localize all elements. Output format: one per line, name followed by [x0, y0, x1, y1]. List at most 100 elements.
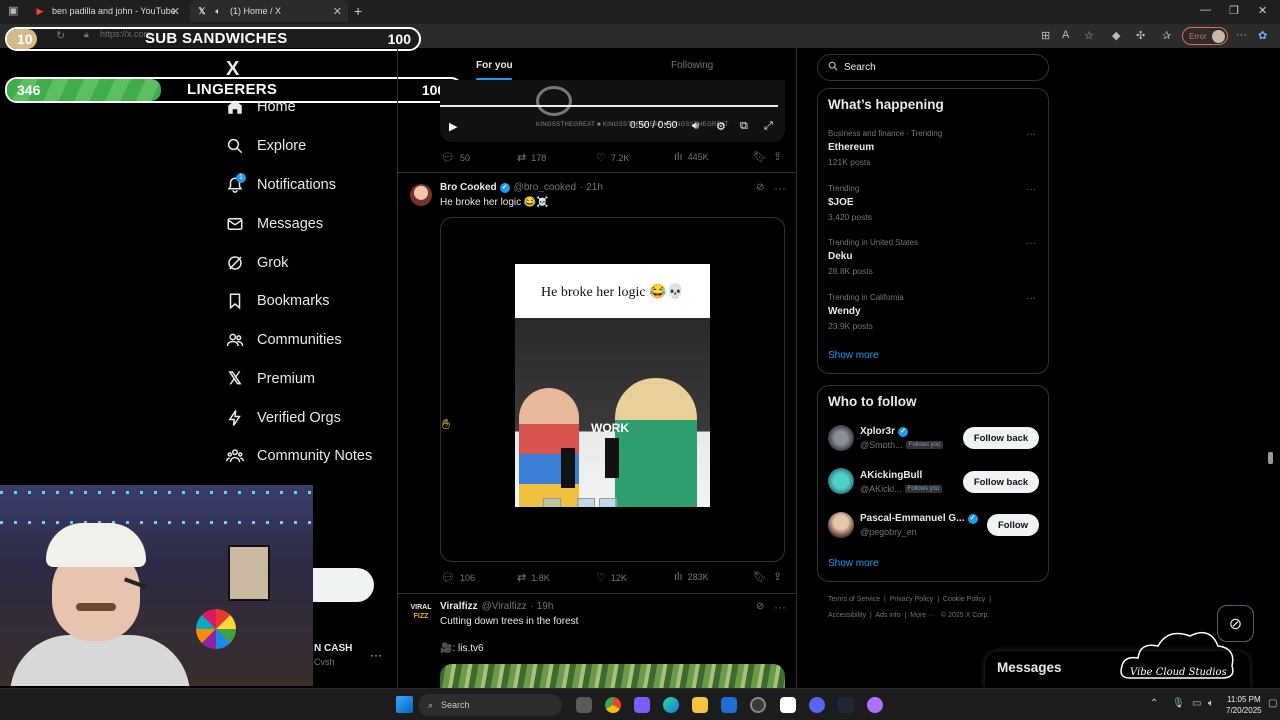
post-link[interactable]: 🎥: lis.tv6 [440, 643, 484, 654]
views-button[interactable]: ılı 283K [674, 571, 709, 583]
close-icon[interactable]: ✕ [333, 5, 342, 18]
reply-button[interactable]: 💬︎ 50 [441, 151, 470, 164]
scrollbar[interactable] [1268, 452, 1273, 464]
nav-grok[interactable]: Grok [226, 254, 288, 272]
show-more-link[interactable]: Show more [828, 350, 879, 361]
search-input[interactable]: Search [817, 54, 1049, 81]
profile-error-button[interactable]: Error [1182, 27, 1228, 45]
tab-x-home[interactable]: 𝕏 🔈︎ (1) Home / X ✕ [190, 0, 348, 22]
windows-start-icon[interactable] [396, 696, 413, 713]
tab-youtube[interactable]: ▶ ben padilla and john - YouTube ✕ [28, 0, 186, 22]
more-icon[interactable]: ··· [1026, 129, 1036, 140]
footer-link[interactable]: Terms of Service [828, 596, 880, 603]
play-icon[interactable]: ▶ [449, 120, 457, 133]
favorite-icon[interactable]: ☆ [1084, 29, 1094, 42]
avatar[interactable] [828, 425, 854, 451]
views-button[interactable]: ılı 445K [674, 151, 709, 163]
like-button[interactable]: ♡ 7.2K [596, 151, 629, 164]
tab-following[interactable]: Following [671, 60, 713, 71]
obs-icon[interactable] [867, 697, 883, 713]
close-icon[interactable]: ✕ [171, 5, 180, 18]
avatar[interactable] [828, 468, 854, 494]
apps-icon[interactable]: ⊞ [1041, 29, 1050, 42]
new-tab-button[interactable]: + [354, 3, 362, 19]
copilot-icon[interactable]: ✿ [1258, 29, 1267, 42]
more-icon[interactable]: ··· [774, 181, 786, 195]
tray-chevron-icon[interactable]: ⌃ [1150, 698, 1158, 709]
bookmark-icon[interactable]: 🔖︎ [753, 150, 767, 163]
footer-link[interactable]: Cookie Policy [943, 596, 985, 603]
volume-icon[interactable]: 🔈︎ [1208, 698, 1214, 709]
nav-verified-orgs[interactable]: Verified Orgs [226, 409, 341, 427]
more-icon[interactable]: ··· [1026, 293, 1036, 304]
more-icon[interactable]: ··· [1236, 29, 1247, 41]
edge-icon[interactable] [663, 697, 679, 713]
tab-actions-icon[interactable]: ▣ [8, 4, 18, 17]
tab-for-you[interactable]: For you [476, 60, 513, 71]
app-icon[interactable] [721, 697, 737, 713]
nav-bookmarks[interactable]: Bookmarks [226, 292, 330, 310]
chrome-icon[interactable] [605, 697, 621, 713]
taskbar-search[interactable]: ⌕ Search [418, 694, 562, 716]
post-author[interactable]: Bro Cooked ✓ @bro_cooked · 21h [440, 182, 603, 193]
maximize-icon[interactable]: ❐ [1229, 4, 1239, 17]
grok-icon[interactable]: ⊘ [756, 601, 764, 612]
favorites-icon[interactable]: ✰ [1162, 29, 1171, 42]
extension-icon[interactable]: ◆ [1112, 29, 1120, 42]
mic-icon[interactable]: 🎙︎ [1172, 698, 1185, 709]
nav-premium[interactable]: 𝕏 Premium [226, 369, 315, 388]
avatar[interactable]: VIRAL FIZZ [410, 603, 432, 625]
bookmark-icon[interactable]: 🔖︎ [753, 570, 767, 583]
app-icon[interactable] [634, 697, 650, 713]
more-icon[interactable]: ··· [1026, 184, 1036, 195]
file-explorer-icon[interactable] [692, 697, 708, 713]
steam-icon[interactable] [838, 697, 854, 713]
nav-explore[interactable]: Explore [226, 137, 306, 155]
settings-icon[interactable]: ⚙ [716, 120, 726, 133]
system-clock[interactable]: 11:05 PM 7/20/2025 [1226, 694, 1262, 716]
follow-back-button[interactable]: Follow back [963, 427, 1039, 449]
footer-link[interactable]: Privacy Policy [890, 596, 934, 603]
repost-button[interactable]: ⇄ 1.8K [517, 571, 550, 584]
repost-button[interactable]: ⇄ 178 [517, 151, 546, 164]
show-more-link[interactable]: Show more [828, 558, 879, 569]
puzzle-icon[interactable]: ✣ [1136, 29, 1145, 42]
share-icon[interactable]: ⇪ [773, 570, 782, 583]
notification-icon[interactable]: ▢ [1268, 698, 1277, 709]
video-player[interactable]: KINGSSTHEGREAT ■ KINGSSTHEGREAT ■ KINGSS… [440, 80, 785, 142]
post-media[interactable] [440, 664, 785, 688]
account-name[interactable]: N CASH [314, 643, 352, 654]
share-icon[interactable]: ⇪ [773, 150, 782, 163]
volume-icon[interactable]: 🔊︎ [692, 120, 699, 133]
follow-account-name[interactable]: AKickingBull [860, 470, 922, 481]
nav-messages[interactable]: Messages [226, 215, 323, 233]
speaker-icon[interactable]: 🔈︎ [212, 5, 224, 17]
minimize-icon[interactable]: — [1200, 4, 1211, 16]
grok-icon[interactable]: ⊘ [756, 182, 764, 193]
network-icon[interactable]: ▭ [1192, 698, 1201, 709]
follow-account-name[interactable]: Pascal-Emmanuel G... ✓ [860, 513, 978, 524]
nav-community-notes[interactable]: Community Notes [226, 447, 372, 465]
task-view-icon[interactable] [576, 697, 592, 713]
follow-back-button[interactable]: Follow back [963, 471, 1039, 493]
window-close-icon[interactable]: ✕ [1258, 4, 1267, 17]
app-icon[interactable] [780, 697, 796, 713]
pip-icon[interactable]: ⧉ [740, 120, 748, 133]
footer-link[interactable]: Accessibility [828, 612, 866, 619]
account-more-icon[interactable]: ··· [370, 648, 382, 662]
avatar[interactable] [410, 184, 432, 206]
follow-account-name[interactable]: Xplor3r ✓ [860, 426, 909, 437]
follow-button[interactable]: Follow [987, 514, 1039, 536]
post-author[interactable]: Viralfizz @Viralfizz · 19h [440, 601, 553, 612]
fullscreen-icon[interactable]: ⤢ [764, 120, 773, 133]
more-icon[interactable]: ··· [774, 600, 786, 614]
footer-link[interactable]: More ··· [910, 612, 935, 619]
more-icon[interactable]: ··· [1026, 238, 1036, 249]
video-progress-bar[interactable] [440, 105, 778, 107]
read-aloud-icon[interactable]: A [1062, 29, 1069, 41]
nav-communities[interactable]: Communities [226, 331, 342, 349]
media-image[interactable]: He broke her logic 😂💀 WORK [515, 264, 710, 507]
reply-button[interactable]: 💬︎ 106 [441, 571, 475, 584]
avatar[interactable] [828, 512, 854, 538]
app-icon[interactable] [750, 697, 766, 713]
